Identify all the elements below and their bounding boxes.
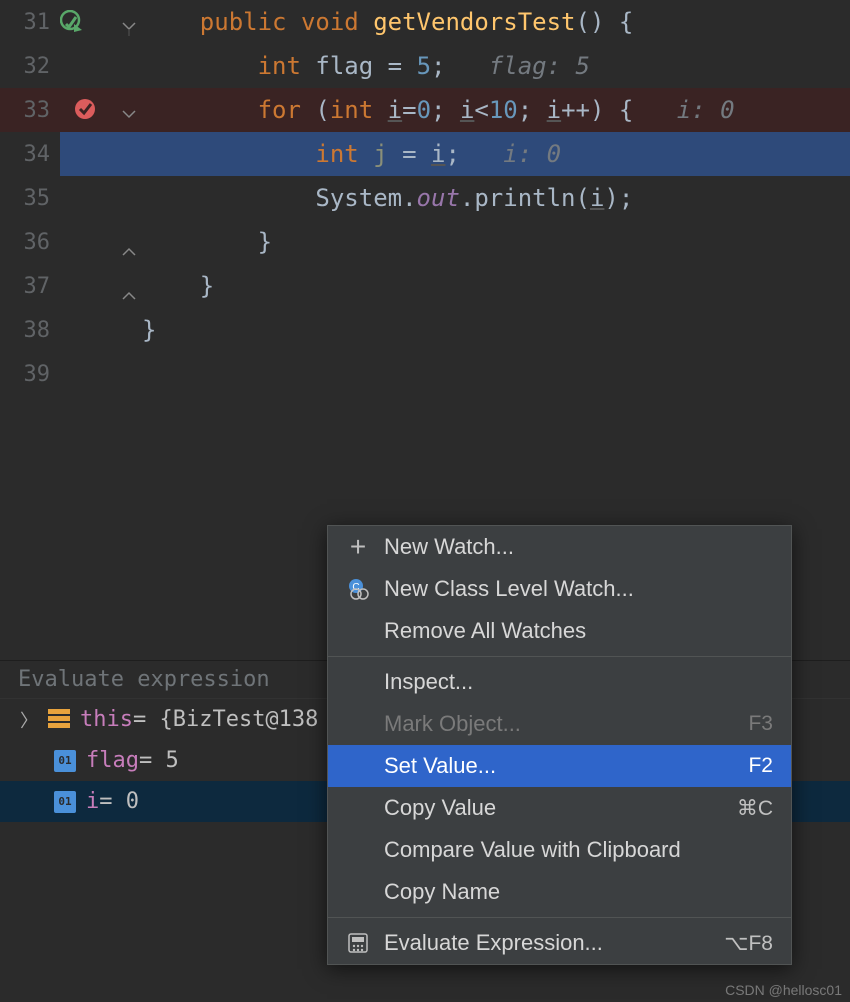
plus-icon: + — [346, 535, 370, 559]
menu-shortcut: F2 — [748, 754, 773, 778]
fold-end-icon[interactable] — [122, 278, 136, 306]
code-text: int j = i; i: 0 — [140, 140, 561, 168]
object-icon — [48, 709, 70, 731]
code-text: } — [140, 272, 214, 300]
line-number: 37 — [0, 274, 60, 299]
menu-copy-name[interactable]: Copy Name — [328, 871, 791, 913]
primitive-icon: 01 — [54, 791, 76, 813]
variable-name: flag — [86, 748, 139, 773]
menu-new-class-watch[interactable]: C New Class Level Watch... — [328, 568, 791, 610]
menu-shortcut: F3 — [748, 712, 773, 736]
line-number: 31 — [0, 10, 60, 35]
code-line[interactable]: 36 } — [0, 220, 850, 264]
code-line[interactable]: 35 System.out.println(i); — [0, 176, 850, 220]
menu-copy-value[interactable]: Copy Value ⌘C — [328, 787, 791, 829]
menu-label: Remove All Watches — [384, 618, 586, 644]
line-number: 34 — [0, 132, 60, 176]
menu-compare-clipboard[interactable]: Compare Value with Clipboard — [328, 829, 791, 871]
code-text: public void getVendorsTest() { — [140, 8, 633, 36]
line-number: 33 — [0, 98, 60, 123]
variable-value: = 5 — [139, 748, 179, 773]
menu-remove-watches[interactable]: Remove All Watches — [328, 610, 791, 652]
menu-label: Evaluate Expression... — [384, 930, 603, 956]
code-line[interactable]: 33 for (int i=0; i<10; i++) { i: 0 — [0, 88, 850, 132]
line-number: 35 — [0, 186, 60, 211]
menu-label: Compare Value with Clipboard — [384, 837, 681, 863]
menu-label: New Class Level Watch... — [384, 576, 634, 602]
code-line[interactable]: 39 — [0, 352, 850, 396]
menu-label: Copy Value — [384, 795, 496, 821]
run-gutter-icon[interactable] — [60, 10, 84, 34]
context-menu[interactable]: + New Watch... C New Class Level Watch..… — [327, 525, 792, 965]
code-text: System.out.println(i); — [140, 184, 633, 212]
line-number: 36 — [0, 230, 60, 255]
breakpoint-icon[interactable] — [74, 98, 96, 120]
menu-label: Copy Name — [384, 879, 500, 905]
menu-separator — [328, 656, 791, 657]
primitive-icon: 01 — [54, 750, 76, 772]
code-text: int flag = 5; flag: 5 — [140, 52, 590, 80]
menu-new-watch[interactable]: + New Watch... — [328, 526, 791, 568]
variable-name: i — [86, 789, 99, 814]
variable-name: this — [80, 707, 133, 732]
expand-icon[interactable]: 〉 — [20, 707, 38, 733]
menu-separator — [328, 917, 791, 918]
fold-icon[interactable] — [122, 102, 136, 130]
code-line[interactable]: 32 int flag = 5; flag: 5 — [0, 44, 850, 88]
code-text: } — [140, 316, 156, 344]
menu-mark-object: Mark Object... F3 — [328, 703, 791, 745]
menu-inspect[interactable]: Inspect... — [328, 661, 791, 703]
code-text: for (int i=0; i<10; i++) { i: 0 — [140, 96, 735, 124]
menu-evaluate-expression[interactable]: Evaluate Expression... ⌥F8 — [328, 922, 791, 964]
watermark: CSDN @hellosc01 — [725, 982, 842, 998]
code-line[interactable]: 38 } — [0, 308, 850, 352]
variable-value: = {BizTest@138 — [133, 707, 318, 732]
code-line[interactable]: 37 } — [0, 264, 850, 308]
code-text: } — [140, 228, 272, 256]
fold-end-icon[interactable] — [122, 234, 136, 262]
menu-label: New Watch... — [384, 534, 514, 560]
menu-label: Mark Object... — [384, 711, 521, 737]
menu-set-value[interactable]: Set Value... F2 — [328, 745, 791, 787]
menu-shortcut: ⌘C — [737, 796, 773, 821]
class-watch-icon: C — [346, 577, 370, 601]
fold-icon[interactable] — [122, 14, 136, 42]
code-line[interactable]: 31 public void getVendorsTest() { — [0, 0, 850, 44]
line-number: 38 — [0, 318, 60, 343]
calculator-icon — [346, 931, 370, 955]
menu-label: Set Value... — [384, 753, 496, 779]
variable-value: = 0 — [99, 789, 139, 814]
menu-label: Inspect... — [384, 669, 473, 695]
line-number: 32 — [0, 54, 60, 79]
code-line-current[interactable]: 34 int j = i; i: 0 — [0, 132, 850, 176]
line-number: 39 — [0, 362, 60, 387]
menu-shortcut: ⌥F8 — [724, 931, 773, 956]
